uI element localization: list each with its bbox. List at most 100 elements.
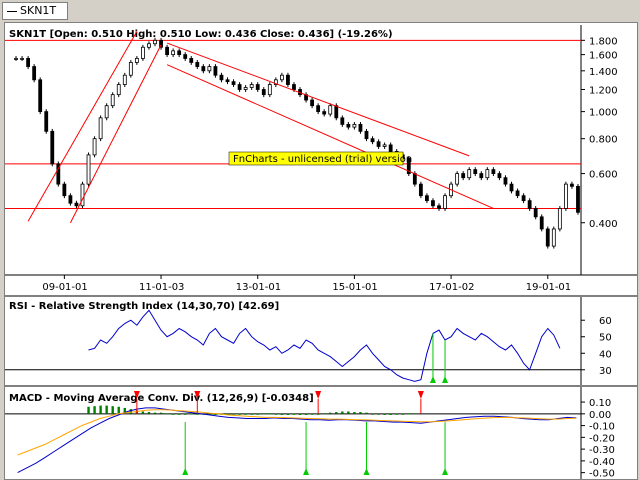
rsi-y-tick-label: 30 <box>599 366 612 377</box>
price-x-tick-label: 17-01-02 <box>429 282 474 293</box>
price-y-tick-label: 0.600 <box>589 170 618 181</box>
price-panel-title: SKN1T [Open: 0.510 High: 0.510 Low: 0.43… <box>9 29 393 40</box>
candle-body <box>443 195 447 209</box>
candle-body <box>225 79 230 83</box>
macd-hist-bar <box>335 412 338 414</box>
candle-body <box>370 138 375 143</box>
candle-body <box>32 66 37 81</box>
macd-hist-bar <box>413 413 417 415</box>
candle-body <box>134 58 139 63</box>
macd-hist-bar <box>159 412 163 414</box>
candle-body <box>116 84 121 96</box>
rsi-buy-signal <box>442 376 449 383</box>
series-line-icon <box>7 10 17 12</box>
candle-body <box>479 173 484 179</box>
price-y-tick-label: 0.400 <box>589 219 618 230</box>
price-y-tick-label: 0.800 <box>589 135 618 146</box>
macd-hist-bar <box>377 413 380 415</box>
candle-body <box>98 117 103 140</box>
macd-hist-bar <box>153 412 157 414</box>
macd-panel: MACD - Moving Average Conv. Div. (12,26,… <box>4 386 638 480</box>
macd-hist-bar <box>165 413 169 415</box>
price-y-tick-label: 1.600 <box>589 51 618 62</box>
candle-body <box>68 195 73 204</box>
macd-hist-bar <box>93 406 96 414</box>
candle-body <box>279 74 284 81</box>
candle-body <box>44 111 49 132</box>
candle-body <box>461 173 466 179</box>
macd-hist-bar <box>250 413 253 415</box>
rsi-y-tick-label: 40 <box>599 349 612 360</box>
macd-hist-bar <box>353 412 356 414</box>
candle-body <box>497 173 502 179</box>
price-chart: SKN1T [Open: 0.510 High: 0.510 Low: 0.43… <box>5 25 637 293</box>
candle-body <box>358 123 363 132</box>
macd-hist-bar <box>99 405 102 414</box>
candle-body <box>431 200 435 207</box>
price-x-tick-label: 13-01-01 <box>236 282 281 293</box>
candle-body <box>249 84 254 88</box>
candle-body <box>533 208 538 218</box>
price-y-tick-label: 1.000 <box>589 108 618 119</box>
candle-body <box>527 200 532 209</box>
rsi-panel-title: RSI - Relative Strength Index (14,30,70)… <box>9 301 279 312</box>
macd-y-tick-label: -0.40 <box>589 457 615 468</box>
rsi-line <box>88 309 561 382</box>
candle-body <box>243 87 248 90</box>
candle-body <box>328 105 333 115</box>
candle-body <box>213 66 218 76</box>
candle-body <box>364 130 369 140</box>
price-y-tick-label: 1.400 <box>589 67 618 78</box>
candle-body <box>376 141 381 147</box>
candle-body <box>425 195 429 202</box>
rsi-buy-signal <box>429 376 436 383</box>
candle-body <box>334 105 339 119</box>
candle-body <box>310 99 315 107</box>
candle-body <box>473 169 478 174</box>
candle-body <box>207 66 212 72</box>
macd-sell-signal <box>417 391 424 399</box>
macd-hist-bar <box>141 411 145 414</box>
candle-body <box>322 111 327 115</box>
price-y-tick-label: 1.200 <box>589 86 618 97</box>
macd-hist-bar <box>298 413 302 415</box>
macd-hist-bar <box>268 413 272 415</box>
candle-body <box>128 62 133 76</box>
candle-body <box>183 54 188 59</box>
candle-body <box>557 208 562 230</box>
macd-hist-bar <box>371 413 374 415</box>
macd-hist-bar <box>244 413 247 415</box>
watermark-label: FnCharts - unlicensed (trial) version <box>233 154 412 165</box>
macd-hist-bar <box>341 411 344 414</box>
candle-body <box>388 144 393 152</box>
macd-hist-bar <box>401 413 404 415</box>
macd-hist-bar <box>232 413 235 415</box>
candle-body <box>177 50 182 56</box>
candle-body <box>195 62 200 67</box>
macd-hist-bar <box>171 413 175 415</box>
candle-body <box>491 169 496 174</box>
trend-channel-down-upper <box>166 42 470 157</box>
rsi-panel: RSI - Relative Strength Index (14,30,70)… <box>4 296 638 386</box>
macd-hist-bar <box>105 405 108 414</box>
candle-body <box>62 183 67 197</box>
macd-panel-title: MACD - Moving Average Conv. Div. (12,26,… <box>9 393 314 404</box>
candle-body <box>20 58 24 60</box>
macd-hist-bar <box>304 413 308 415</box>
price-x-tick-label: 09-01-01 <box>42 282 87 293</box>
macd-buy-signal <box>182 468 189 475</box>
candle-body <box>255 84 260 90</box>
macd-hist-bar <box>347 411 350 414</box>
candle-body <box>165 46 169 56</box>
candle-body <box>237 84 242 90</box>
macd-hist-bar <box>395 413 398 415</box>
symbol-tab[interactable]: SKN1T <box>2 2 68 20</box>
macd-hist-bar <box>117 406 120 414</box>
candle-body <box>122 74 127 85</box>
candle-body <box>509 183 514 192</box>
rsi-chart: RSI - Relative Strength Index (14,30,70)… <box>5 297 612 385</box>
trend-channel-down-lower <box>166 64 494 209</box>
candle-body <box>352 123 357 128</box>
macd-hist-bar <box>316 413 320 415</box>
candle-body <box>171 50 176 56</box>
